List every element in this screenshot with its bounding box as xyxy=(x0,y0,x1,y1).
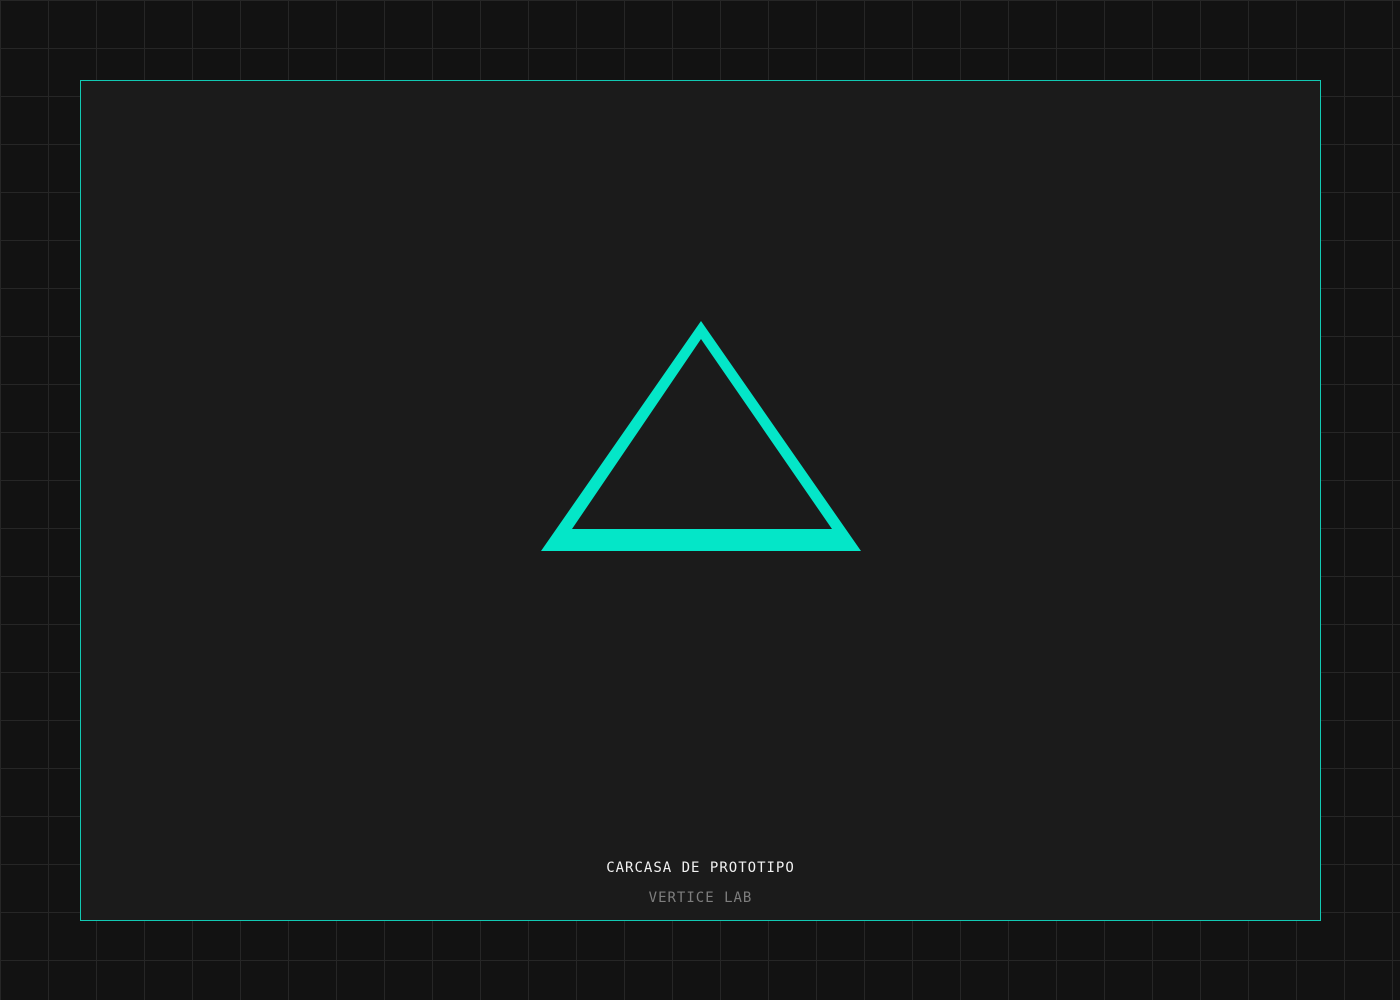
triangle-outline-icon xyxy=(541,321,861,551)
logo xyxy=(541,321,861,551)
caption-subtitle: VERTICE LAB xyxy=(648,890,753,906)
caption-title: CARCASA DE PROTOTIPO xyxy=(606,860,795,876)
triangle-shape xyxy=(541,321,861,551)
prototype-frame: CARCASA DE PROTOTIPO VERTICE LAB xyxy=(80,80,1321,921)
